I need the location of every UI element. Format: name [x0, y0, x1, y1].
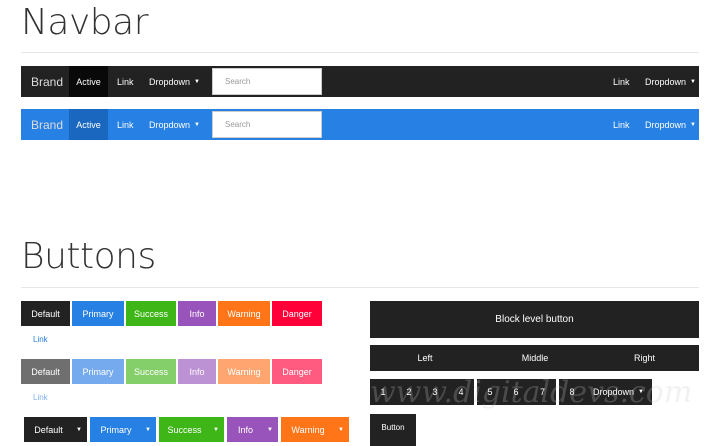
caret-down-icon: ▼ [638, 389, 644, 395]
button-label: Success [133, 366, 168, 377]
button-label: Success [167, 424, 202, 435]
button-label: Info [237, 424, 253, 435]
success-button[interactable]: Success [126, 359, 176, 384]
navbar-brand[interactable]: Brand [22, 66, 72, 97]
button-4[interactable]: 4 [448, 379, 474, 405]
button-label: Default [31, 308, 60, 319]
nav-item-link[interactable]: Link [108, 66, 143, 97]
button-label: Info [189, 366, 205, 377]
button-group-2: 5 6 7 [477, 379, 556, 405]
warning-button[interactable]: Warning [218, 301, 270, 326]
warning-button[interactable]: Warning [218, 359, 270, 384]
button-label: Warning [227, 366, 261, 377]
split-primary-button[interactable]: Primary ▼ [90, 417, 156, 442]
button-label: Info [189, 308, 205, 319]
dropdown-label: Dropdown [593, 387, 635, 397]
info-button[interactable]: Info [178, 359, 216, 384]
link-button[interactable]: Link [33, 335, 48, 344]
button-label: Primary [82, 308, 114, 319]
button-8[interactable]: 8 [559, 379, 585, 405]
button-group-3: 8 Dropdown ▼ [559, 379, 652, 405]
button-2[interactable]: 2 [396, 379, 422, 405]
dropdown-button[interactable]: Dropdown ▼ [585, 379, 652, 405]
navbar-brand[interactable]: Brand [22, 109, 72, 140]
default-button[interactable]: Default [21, 301, 70, 326]
button-label: Danger [282, 366, 312, 377]
block-level-button[interactable]: Block level button [370, 301, 699, 338]
nav-item-active[interactable]: Active [69, 66, 108, 97]
split-default-button[interactable]: Default ▼ [24, 417, 87, 442]
single-button[interactable]: Button [370, 414, 416, 446]
danger-button[interactable]: Danger [272, 301, 322, 326]
navbar-dark: Brand Active Link Dropdown ▼ Search Link … [21, 66, 699, 97]
middle-button[interactable]: Middle [480, 345, 590, 371]
split-success-button[interactable]: Success ▼ [159, 417, 224, 442]
button-label: Default [31, 366, 60, 377]
primary-button[interactable]: Primary [72, 359, 124, 384]
dropdown-label: Dropdown [645, 119, 687, 130]
caret-down-icon[interactable]: ▼ [145, 427, 151, 433]
caret-down-icon[interactable]: ▼ [76, 427, 82, 433]
button-label: Primary [100, 424, 132, 435]
left-button[interactable]: Left [370, 345, 480, 371]
primary-button[interactable]: Primary [72, 301, 124, 326]
button-label: Warning [291, 424, 325, 435]
justified-button-group: Left Middle Right [370, 345, 699, 371]
caret-down-icon[interactable]: ▼ [267, 427, 273, 433]
button-6[interactable]: 6 [503, 379, 529, 405]
nav-item-right-dropdown[interactable]: Dropdown ▼ [636, 109, 705, 140]
success-button[interactable]: Success [126, 301, 176, 326]
caret-down-icon: ▼ [690, 78, 696, 85]
caret-down-icon[interactable]: ▼ [338, 427, 344, 433]
link-button-disabled[interactable]: Link [33, 393, 48, 402]
button-label: Primary [82, 366, 114, 377]
caret-down-icon: ▼ [690, 121, 696, 128]
split-info-button[interactable]: Info ▼ [227, 417, 278, 442]
split-warning-button[interactable]: Warning ▼ [281, 417, 349, 442]
dropdown-label: Dropdown [149, 119, 191, 130]
nav-item-active[interactable]: Active [69, 109, 108, 140]
search-input[interactable]: Search [212, 111, 322, 138]
button-5[interactable]: 5 [477, 379, 503, 405]
caret-down-icon[interactable]: ▼ [213, 427, 219, 433]
dropdown-label: Dropdown [149, 76, 191, 87]
nav-item-right-dropdown[interactable]: Dropdown ▼ [636, 66, 705, 97]
nav-item-link[interactable]: Link [108, 109, 143, 140]
button-label: Warning [227, 308, 261, 319]
caret-down-icon: ▼ [194, 121, 200, 128]
search-input[interactable]: Search [212, 68, 322, 95]
nav-item-dropdown[interactable]: Dropdown ▼ [140, 66, 209, 97]
info-button[interactable]: Info [178, 301, 216, 326]
divider [21, 287, 699, 288]
caret-down-icon: ▼ [194, 78, 200, 85]
button-3[interactable]: 3 [422, 379, 448, 405]
divider [21, 52, 699, 53]
section-title-buttons: Buttons [21, 236, 156, 277]
button-label: Danger [282, 308, 312, 319]
button-group-1: 1 2 3 4 [370, 379, 474, 405]
button-label: Default [34, 424, 63, 435]
section-title-navbar: Navbar [21, 2, 149, 43]
button-label: Success [133, 308, 168, 319]
navbar-primary: Brand Active Link Dropdown ▼ Search Link … [21, 109, 699, 140]
danger-button[interactable]: Danger [272, 359, 322, 384]
nav-item-right-link[interactable]: Link [604, 66, 639, 97]
dropdown-label: Dropdown [645, 76, 687, 87]
right-button[interactable]: Right [590, 345, 699, 371]
default-button[interactable]: Default [21, 359, 70, 384]
button-1[interactable]: 1 [370, 379, 396, 405]
nav-item-right-link[interactable]: Link [604, 109, 639, 140]
button-7[interactable]: 7 [529, 379, 556, 405]
nav-item-dropdown[interactable]: Dropdown ▼ [140, 109, 209, 140]
